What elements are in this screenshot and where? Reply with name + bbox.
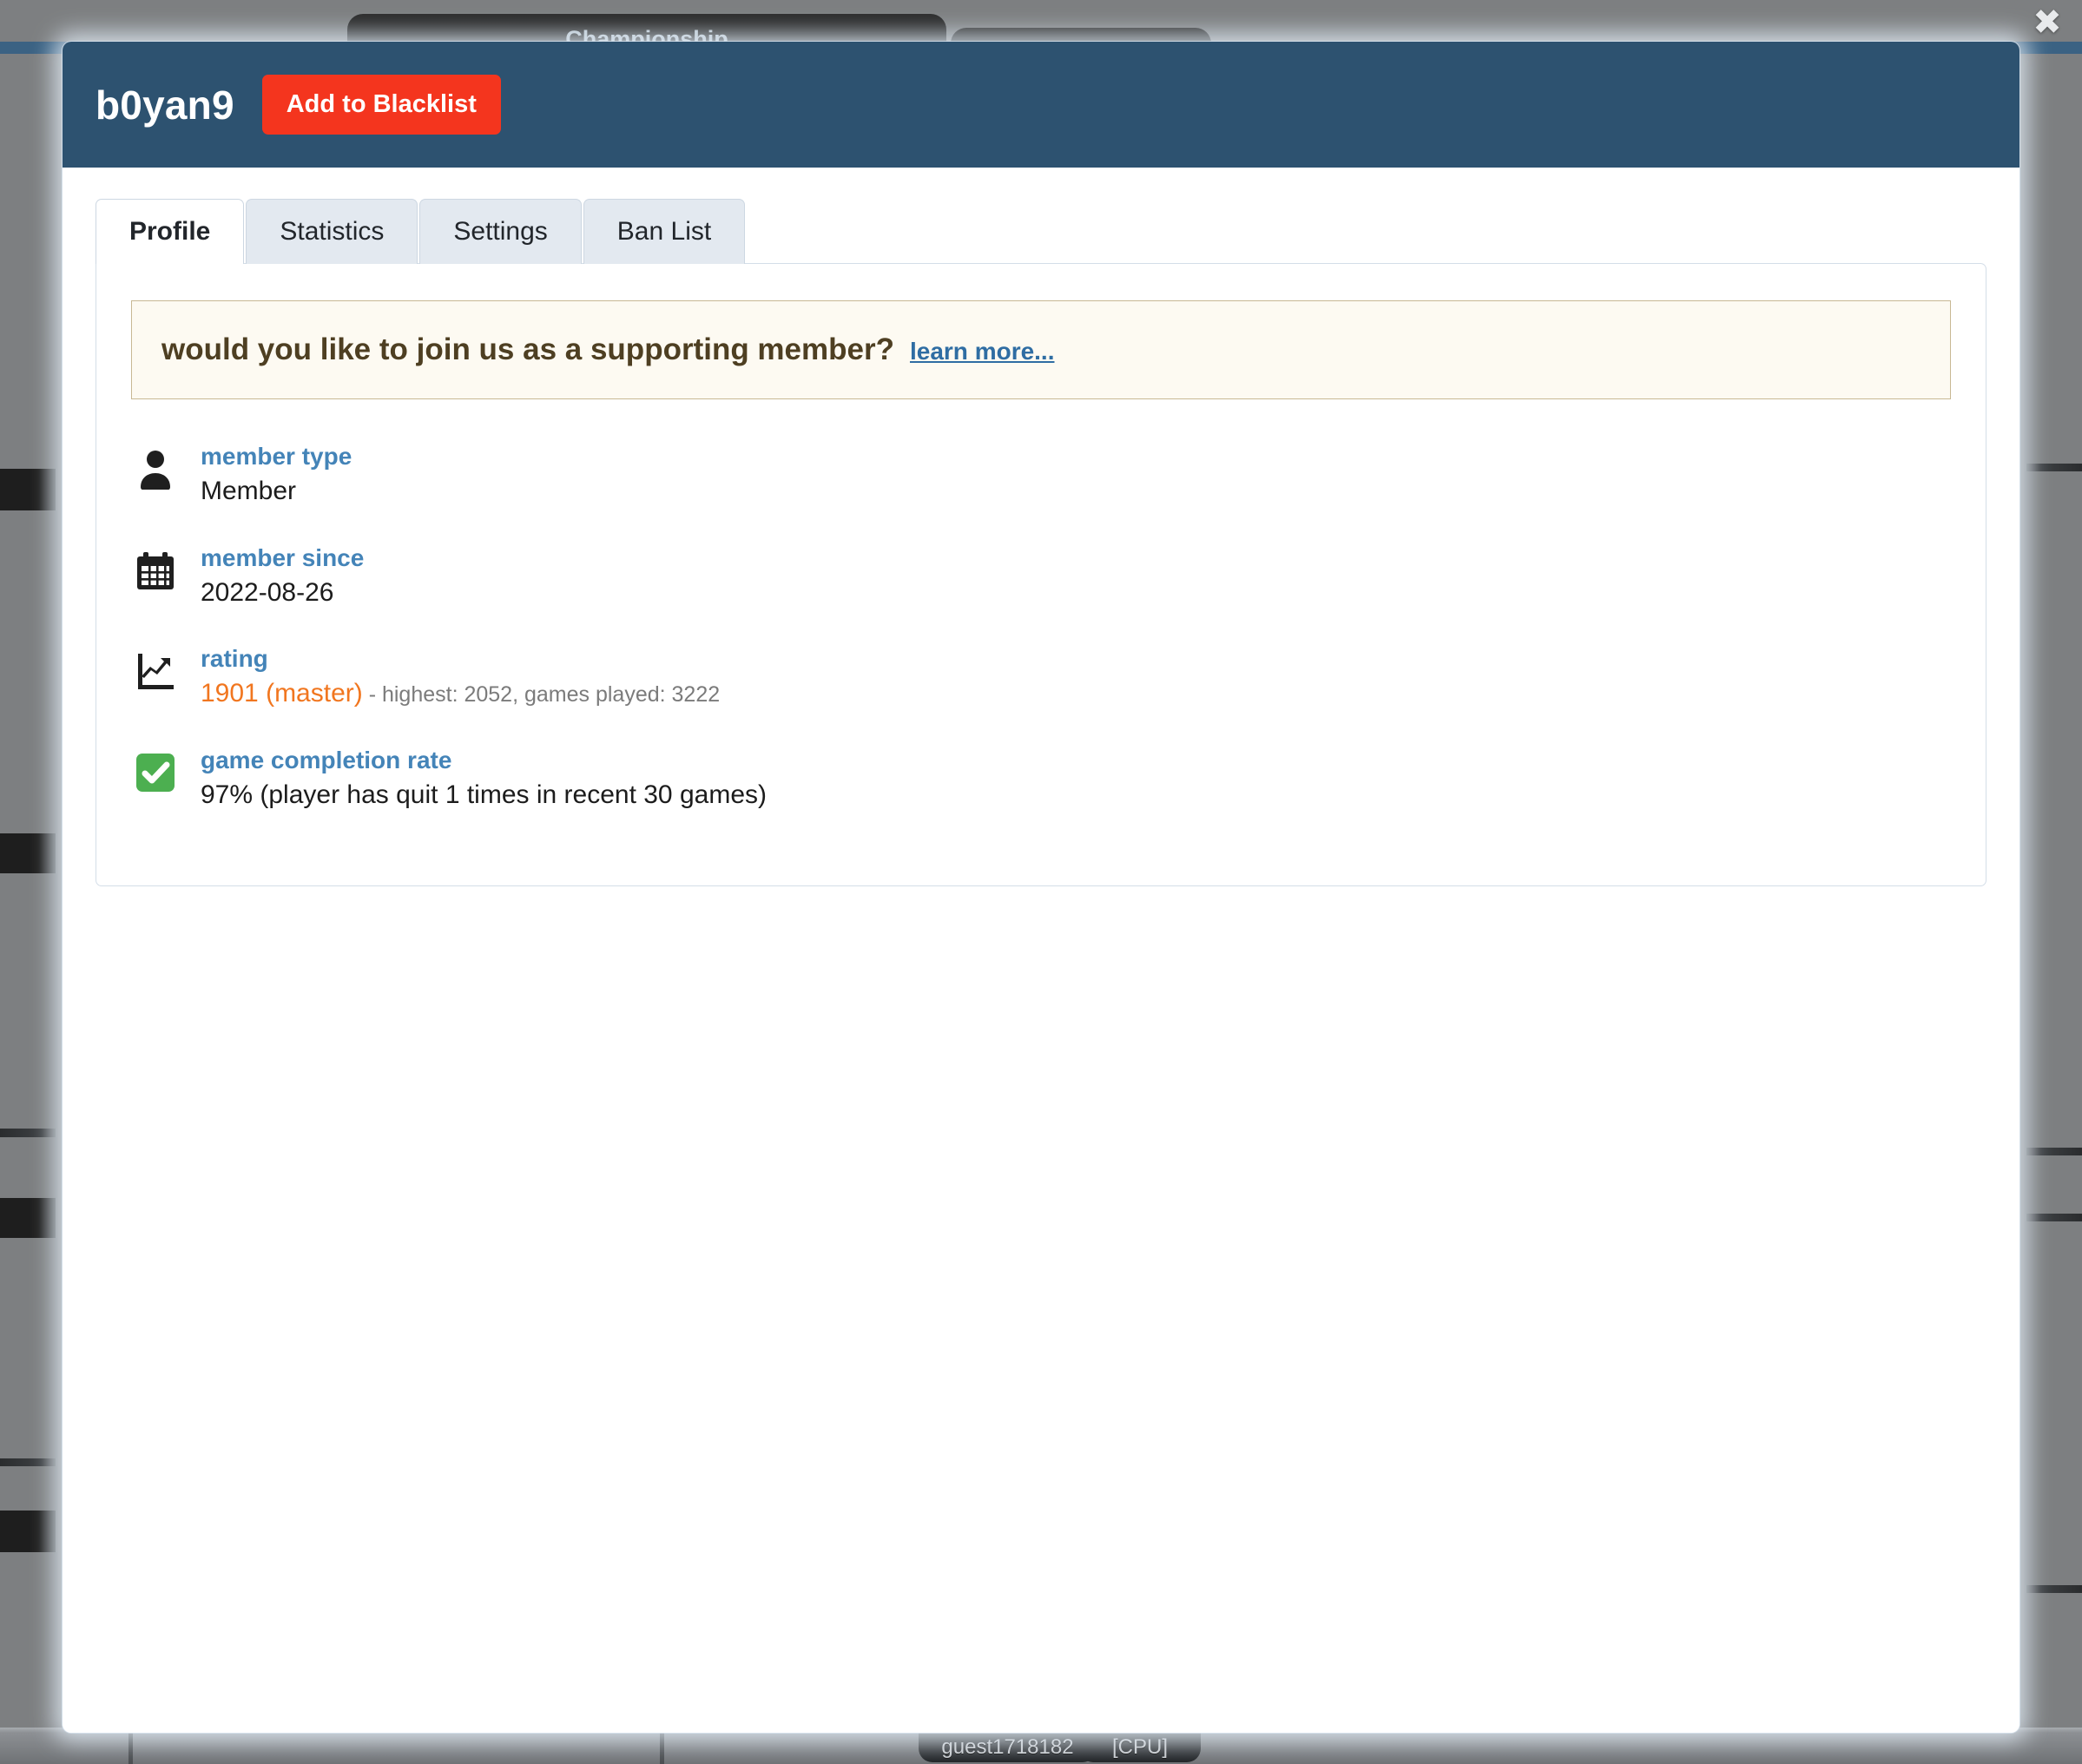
tab-settings[interactable]: Settings	[419, 199, 582, 264]
info-label-completion-rate[interactable]: game completion rate	[201, 745, 767, 775]
info-value-member-type: Member	[201, 477, 297, 505]
modal-body: Profile Statistics Settings Ban List wou…	[63, 168, 2019, 1733]
info-value-member-since: 2022-08-26	[201, 577, 334, 607]
tab-profile[interactable]: Profile	[96, 199, 245, 264]
info-value-rating: 1901 (master) - highest: 2052, games pla…	[201, 677, 720, 710]
background-divider	[2026, 464, 2082, 471]
player-profile-modal: b0yan9 Add to Blacklist Profile Statisti…	[63, 42, 2019, 1733]
add-to-blacklist-button[interactable]: Add to Blacklist	[261, 75, 501, 135]
tab-statistics[interactable]: Statistics	[246, 199, 418, 264]
page-title: b0yan9	[96, 82, 234, 128]
tab-bar: Profile Statistics Settings Ban List	[96, 199, 1986, 264]
calendar-icon	[131, 546, 180, 595]
rating-value: 1901 (master)	[201, 679, 363, 708]
close-icon[interactable]: ✖	[2028, 3, 2066, 42]
info-label-member-since[interactable]: member since	[201, 543, 364, 573]
info-value-completion-rate: 97% (player has quit 1 times in recent 3…	[201, 780, 767, 809]
green-check-icon	[131, 748, 180, 797]
info-row-completion-rate: game completion rate 97% (player has qui…	[131, 745, 1951, 812]
supporter-banner-text: would you like to join us as a supportin…	[161, 332, 894, 366]
learn-more-link[interactable]: learn more...	[910, 338, 1055, 365]
person-icon	[131, 444, 180, 493]
background-band	[0, 1511, 56, 1552]
background-divider	[2026, 1585, 2082, 1593]
background-band	[0, 1198, 56, 1238]
background-player-pill: [CPU]	[1079, 1733, 1201, 1762]
tab-ban-list[interactable]: Ban List	[583, 199, 746, 264]
background-band	[0, 833, 56, 873]
background-band	[0, 469, 56, 510]
modal-header: b0yan9 Add to Blacklist	[63, 42, 2019, 168]
info-row-rating: rating 1901 (master) - highest: 2052, ga…	[131, 643, 1951, 710]
background-player-pill: guest1718182	[919, 1733, 1097, 1762]
profile-tab-panel: would you like to join us as a supportin…	[96, 263, 1986, 886]
background-tick	[660, 1728, 664, 1764]
background-divider	[2026, 1214, 2082, 1221]
chart-line-up-icon	[131, 647, 180, 695]
background-divider	[2026, 1148, 2082, 1155]
supporter-banner: would you like to join us as a supportin…	[131, 300, 1951, 399]
background-divider	[0, 1129, 56, 1137]
info-row-member-since: member since 2022-08-26	[131, 543, 1951, 609]
background-tick	[128, 1728, 133, 1764]
info-row-member-type: member type Member	[131, 441, 1951, 508]
rating-detail: - highest: 2052, games played: 3222	[362, 682, 721, 707]
background-divider	[0, 1458, 56, 1466]
info-label-member-type[interactable]: member type	[201, 441, 352, 471]
info-label-rating[interactable]: rating	[201, 643, 720, 674]
